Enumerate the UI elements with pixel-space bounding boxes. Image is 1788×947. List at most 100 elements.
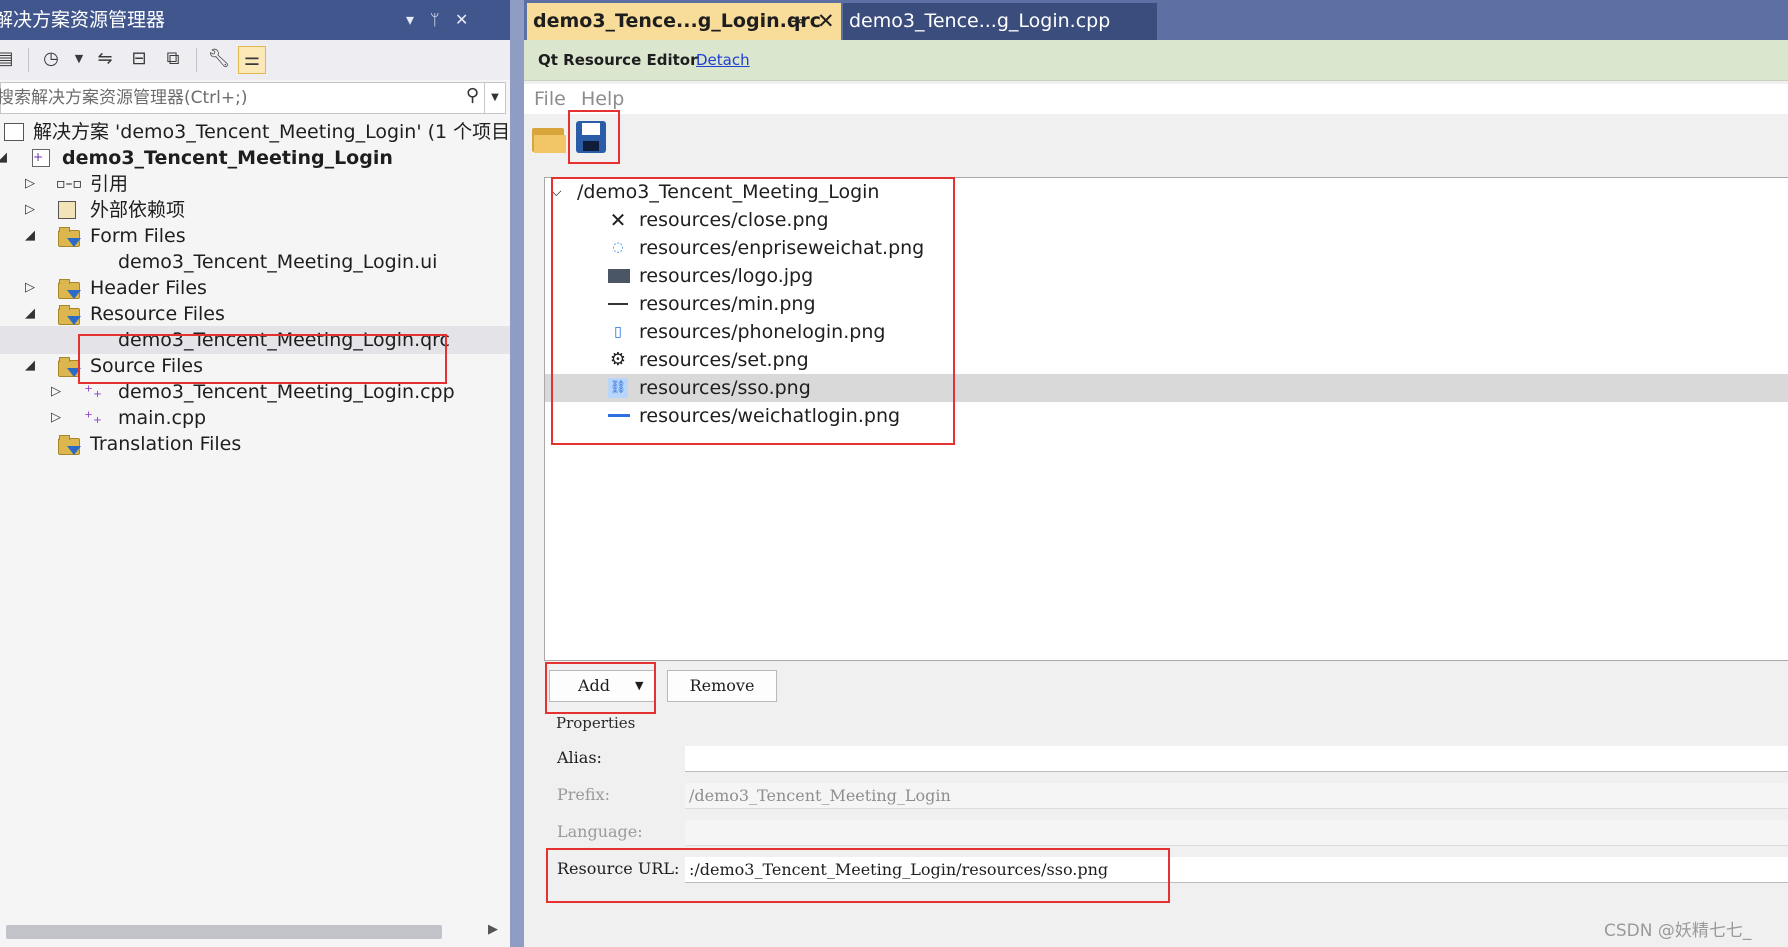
close-tab-icon[interactable]: ✕: [817, 3, 835, 40]
tree-item-resource-files[interactable]: ◢ Resource Files: [0, 300, 510, 328]
resource-url-field[interactable]: :/demo3_Tencent_Meeting_Login/resources/…: [685, 857, 1788, 883]
resource-item[interactable]: ▯ resources/phonelogin.png: [545, 318, 1788, 346]
resource-label: resources/sso.png: [639, 377, 811, 399]
preview-selected-icon[interactable]: ⚌: [238, 46, 266, 74]
remove-button[interactable]: Remove: [667, 670, 777, 702]
search-options-dropdown-icon[interactable]: ▼: [484, 83, 505, 113]
watermark-text: CSDN @妖精七七_: [1604, 921, 1752, 941]
chevron-down-icon[interactable]: ▼: [635, 671, 643, 701]
resource-label: resources/enpriseweichat.png: [639, 237, 925, 259]
open-folder-icon[interactable]: [532, 122, 566, 154]
collapsed-arrow-icon[interactable]: ▷: [48, 378, 64, 406]
resource-item[interactable]: resources/min.png: [545, 290, 1788, 318]
minimize-icon: [608, 303, 628, 305]
expanded-arrow-icon[interactable]: ◢: [22, 352, 38, 380]
tree-item-label: 引用: [90, 173, 129, 195]
tab-qrc[interactable]: demo3_Tence...g_Login.qrc ⊸ ✕: [527, 3, 841, 40]
window-position-dropdown-icon[interactable]: ▾: [406, 0, 414, 40]
pin-tab-icon[interactable]: ⊸: [791, 3, 804, 40]
resource-item[interactable]: resources/logo.jpg: [545, 262, 1788, 290]
wrench-icon[interactable]: 🔧︎: [206, 46, 232, 72]
solution-search-box[interactable]: 搜索解决方案资源管理器(Ctrl+;) ⚲ ▼: [0, 82, 506, 114]
properties-title: Properties: [556, 714, 636, 732]
solution-explorer-panel: 解决方案资源管理器 ▾ ᛘ ✕ ▤ ◷ ▼ ⇋ ⊟ ⧉ 🔧︎ ⚌ 搜索解决方案资…: [0, 0, 548, 947]
collapsed-arrow-icon[interactable]: ▷: [22, 274, 38, 302]
language-label: Language:: [557, 822, 643, 841]
collapsed-arrow-icon[interactable]: ▷: [22, 170, 38, 198]
filter-folder-icon: [58, 227, 81, 247]
show-all-files-icon[interactable]: ⧉: [160, 46, 186, 72]
toolbar-separator: [28, 48, 29, 72]
resource-tree[interactable]: ⌵ /demo3_Tencent_Meeting_Login ✕ resourc…: [544, 177, 1788, 661]
alias-label: Alias:: [557, 748, 602, 767]
tree-item-source-files[interactable]: ◢ Source Files: [0, 352, 510, 380]
panel-splitter[interactable]: [510, 0, 524, 947]
settings-gear-icon: ⚙: [609, 349, 627, 370]
properties-group: Properties Alias: Prefix: /demo3_Tencent…: [544, 714, 1788, 904]
collapsed-arrow-icon[interactable]: ▷: [22, 196, 38, 224]
tree-item-label: 解决方案 'demo3_Tencent_Meeting_Login' (1 个项…: [33, 121, 549, 143]
tree-item-project[interactable]: ◢ + demo3_Tencent_Meeting_Login: [0, 144, 510, 172]
tree-item-main-cpp[interactable]: ▷ ⁺₊ main.cpp: [0, 404, 510, 432]
alias-field[interactable]: [685, 746, 1788, 772]
scroll-right-arrow-icon[interactable]: ▶: [488, 922, 498, 937]
tab-label: demo3_Tence...g_Login.qrc: [533, 10, 822, 32]
prefix-label: Prefix:: [557, 785, 610, 804]
add-label: Add: [578, 676, 611, 695]
sync-arrows-icon[interactable]: ⇋: [92, 46, 118, 72]
filter-folder-icon: [58, 435, 81, 455]
tab-cpp[interactable]: demo3_Tence...g_Login.cpp: [843, 3, 1157, 40]
cpp-file-icon: ⁺₊: [84, 408, 102, 428]
resource-item-selected[interactable]: ⛓ resources/sso.png: [545, 374, 1788, 402]
tree-item-header-files[interactable]: ▷ Header Files: [0, 274, 510, 302]
tree-item-cpp-file[interactable]: ▷ ⁺₊ demo3_Tencent_Meeting_Login.cpp: [0, 378, 510, 406]
tree-item-ui-file[interactable]: demo3_Tencent_Meeting_Login.ui: [0, 248, 510, 276]
chevron-down-icon[interactable]: ▼: [66, 46, 92, 72]
tree-item-references[interactable]: ▷ ▫–▫ 引用: [0, 170, 510, 198]
close-panel-icon[interactable]: ✕: [455, 0, 468, 40]
line-icon: [608, 414, 630, 417]
toolbar-separator: [196, 48, 197, 72]
tree-item-translation-files[interactable]: Translation Files: [0, 430, 510, 458]
logo-thumbnail-icon: [608, 269, 630, 283]
pending-changes-icon[interactable]: ◷: [38, 46, 64, 72]
expanded-arrow-icon[interactable]: ◢: [0, 144, 10, 172]
resource-item[interactable]: resources/weichatlogin.png: [545, 402, 1788, 430]
tree-item-label: Source Files: [90, 355, 203, 377]
resource-item[interactable]: ✕ resources/close.png: [545, 206, 1788, 234]
collapse-all-icon[interactable]: ⊟: [126, 46, 152, 72]
resource-item[interactable]: ⚙ resources/set.png: [545, 346, 1788, 374]
editor-title: Qt Resource Editor: [538, 51, 698, 69]
expanded-arrow-icon[interactable]: ◢: [22, 222, 38, 250]
tree-item-label: Header Files: [90, 277, 207, 299]
tree-item-external-dependencies[interactable]: ▷ 外部依赖项: [0, 196, 510, 224]
solution-icon: [4, 123, 24, 141]
tree-item-qrc-file[interactable]: demo3_Tencent_Meeting_Login.qrc: [0, 326, 510, 354]
close-icon: ✕: [609, 208, 627, 232]
tree-item-form-files[interactable]: ◢ Form Files: [0, 222, 510, 250]
menu-help[interactable]: Help: [581, 84, 624, 114]
solution-explorer-toolbar: ▤ ◷ ▼ ⇋ ⊟ ⧉ 🔧︎ ⚌: [0, 40, 510, 80]
project-icon: +: [32, 149, 50, 167]
save-floppy-icon[interactable]: [574, 119, 610, 157]
tree-item-label: Form Files: [90, 225, 186, 247]
resource-label: resources/min.png: [639, 293, 816, 315]
properties-page-icon[interactable]: ▤: [0, 46, 18, 72]
qt-resource-editor-header: Qt Resource Editor Detach: [524, 40, 1788, 81]
language-field: [685, 820, 1788, 846]
menu-file[interactable]: File: [534, 84, 566, 114]
expanded-arrow-icon[interactable]: ◢: [22, 300, 38, 328]
horizontal-scrollbar[interactable]: [6, 925, 442, 939]
search-icon[interactable]: ⚲: [466, 85, 479, 106]
enterprise-wechat-icon: ◌: [612, 240, 624, 255]
collapsed-arrow-icon[interactable]: ▷: [48, 404, 64, 432]
detach-link[interactable]: Detach: [696, 40, 750, 80]
link-icon: ⛓: [608, 378, 628, 398]
pin-icon[interactable]: ᛘ: [430, 0, 440, 40]
resource-item[interactable]: ◌ resources/enpriseweichat.png: [545, 234, 1788, 262]
add-dropdown-button[interactable]: Add ▼: [549, 670, 655, 702]
tree-item-solution[interactable]: 解决方案 'demo3_Tencent_Meeting_Login' (1 个项…: [0, 118, 548, 146]
prefix-node[interactable]: ⌵ /demo3_Tencent_Meeting_Login: [545, 178, 1788, 206]
expanded-chevron-icon[interactable]: ⌵: [551, 178, 562, 206]
cpp-file-icon: ⁺₊: [84, 382, 102, 402]
